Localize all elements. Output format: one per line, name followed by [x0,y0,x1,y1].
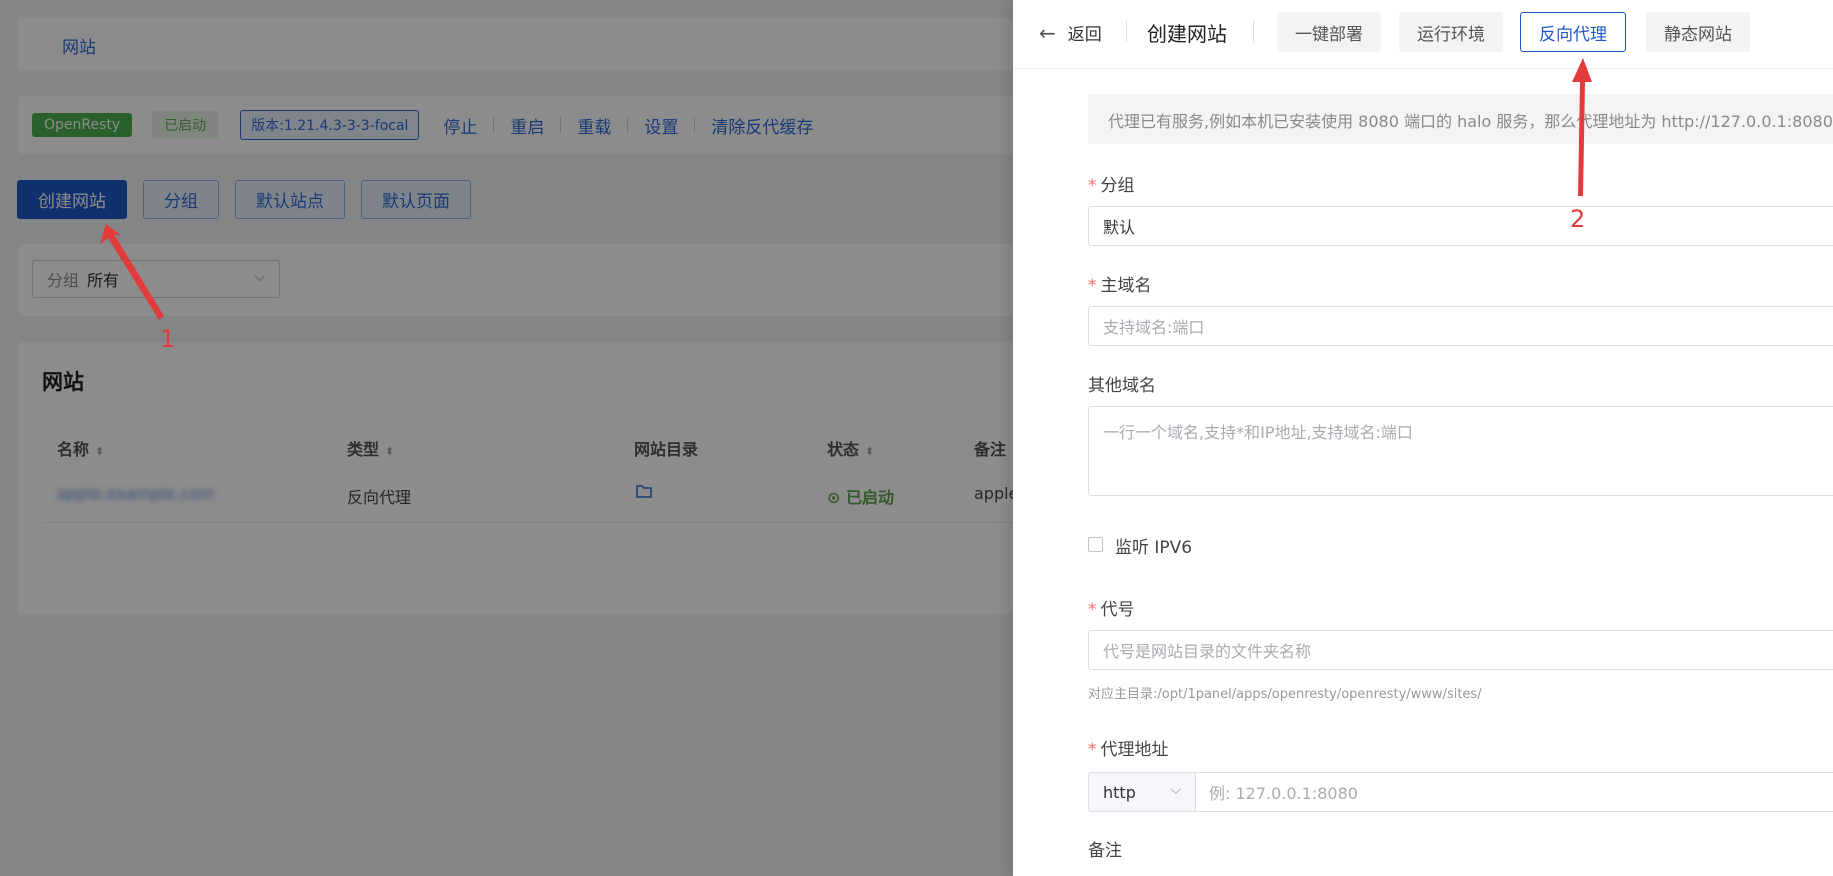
primary-domain-label: * 主域名 [1088,271,1152,296]
group-label-text: 分组 [1100,176,1135,196]
proxy-notice: 代理已有服务,例如本机已安装使用 8080 端口的 halo 服务，那么代理地址… [1088,94,1833,144]
chevron-down-icon: ⌵ [1170,782,1181,798]
alias-label: * 代号 [1088,595,1135,620]
divider [1126,20,1127,42]
other-domains-textarea[interactable]: 一行一个域名,支持*和IP地址,支持域名:端口 [1088,406,1833,496]
back-label: 返回 [1067,25,1102,45]
ipv6-label[interactable]: 监听 IPV6 [1115,533,1192,558]
proxy-address-input[interactable]: 例: 127.0.0.1:8080 [1195,772,1833,812]
tab-static-site[interactable]: 静态网站 [1646,12,1750,52]
proxy-protocol-value: http [1103,782,1136,802]
drawer-title: 创建网站 [1147,22,1227,46]
group-select[interactable]: 默认 [1088,206,1833,246]
required-asterisk: * [1088,600,1097,620]
primary-domain-label-text: 主域名 [1100,276,1152,296]
modal-overlay[interactable] [0,0,1013,876]
proxy-protocol-select[interactable]: http ⌵ [1088,772,1196,812]
divider [1253,20,1254,42]
alias-input[interactable]: 代号是网站目录的文件夹名称 [1088,630,1833,670]
remark-label: 备注 [1088,841,1122,861]
create-website-drawer: ← 返回 创建网站 一键部署 运行环境 反向代理 静态网站 代理已有服务,例如本… [1013,0,1833,876]
annotation-number-1: 1 [160,325,176,353]
arrow-left-icon: ← [1039,20,1056,45]
tab-runtime[interactable]: 运行环境 [1399,12,1503,52]
alias-label-text: 代号 [1100,600,1135,620]
alias-hint: 对应主目录:/opt/1panel/apps/openresty/openres… [1088,687,1482,702]
tab-one-click-deploy[interactable]: 一键部署 [1277,12,1381,52]
other-domains-label: 其他域名 [1088,376,1156,396]
group-label: * 分组 [1088,171,1135,196]
proxy-address-label: * 代理地址 [1088,735,1169,760]
tab-reverse-proxy[interactable]: 反向代理 [1520,12,1626,52]
drawer-header: ← 返回 创建网站 一键部署 运行环境 反向代理 静态网站 [1013,0,1833,69]
proxy-address-label-text: 代理地址 [1100,740,1169,760]
required-asterisk: * [1088,276,1097,296]
required-asterisk: * [1088,176,1097,196]
back-button[interactable]: ← 返回 [1039,20,1102,46]
annotation-number-2: 2 [1570,205,1586,233]
required-asterisk: * [1088,740,1097,760]
primary-domain-input[interactable]: 支持域名:端口 [1088,306,1833,346]
ipv6-checkbox[interactable] [1088,537,1103,552]
